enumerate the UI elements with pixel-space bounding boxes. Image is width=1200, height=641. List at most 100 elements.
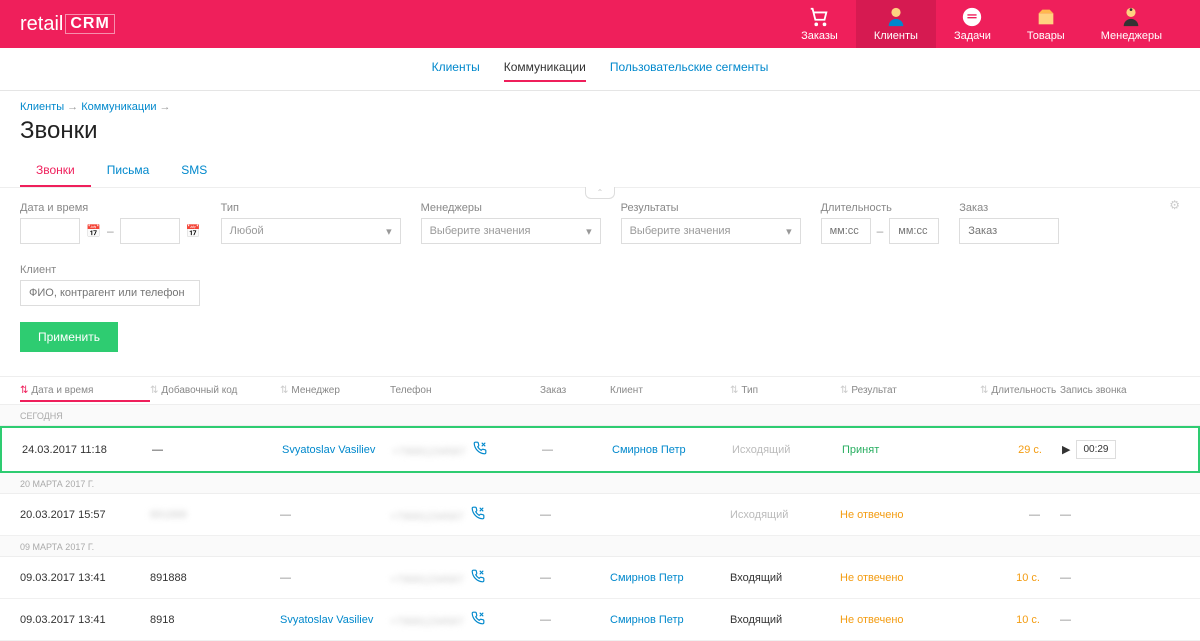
manager-link[interactable]: Svyatoslav Vasiliev	[282, 444, 375, 456]
cell-datetime: 24.03.2017 11:18	[22, 444, 152, 456]
subnav-segments[interactable]: Пользовательские сегменты	[610, 60, 769, 82]
client-link[interactable]: Смирнов Петр	[612, 444, 686, 456]
logo-text: retail	[20, 13, 63, 36]
sort-icon: ⇅	[980, 385, 988, 396]
subnav-communications[interactable]: Коммуникации	[504, 60, 586, 82]
box-icon	[1035, 6, 1057, 28]
calendar-icon[interactable]: 📅	[186, 224, 201, 238]
cell-order: —	[542, 444, 612, 456]
col-duration[interactable]: ⇅Длительность	[980, 385, 1040, 396]
managers-select[interactable]: Выберите значения▾	[421, 218, 601, 244]
results-select[interactable]: Выберите значения▾	[621, 218, 801, 244]
filter-tabs: Звонки Письма SMS ⌃	[0, 155, 1200, 188]
group-header: СЕГОДНЯ	[0, 405, 1200, 426]
cart-icon	[808, 6, 830, 28]
filter-label: Длительность	[821, 202, 940, 214]
nav-products[interactable]: Товары	[1009, 0, 1083, 48]
apply-button[interactable]: Применить	[20, 322, 118, 352]
cell-datetime: 09.03.2017 13:41	[20, 614, 150, 626]
col-label: Запись звонка	[1060, 385, 1127, 396]
manager-link[interactable]: Svyatoslav Vasiliev	[280, 614, 373, 626]
filter-label: Тип	[221, 202, 401, 214]
phone-icon[interactable]	[471, 511, 485, 523]
filter-managers: Менеджеры Выберите значения▾	[421, 202, 601, 244]
sub-nav: Клиенты Коммуникации Пользовательские се…	[0, 48, 1200, 91]
calendar-icon[interactable]: 📅	[86, 224, 101, 238]
calls-table: ⇅Дата и время ⇅Добавочный код ⇅Менеджер …	[0, 376, 1200, 641]
table-row[interactable]: 24.03.2017 11:18—Svyatoslav Vasiliev+799…	[0, 426, 1200, 473]
logo[interactable]: retailCRM	[20, 13, 115, 36]
order-input[interactable]	[959, 218, 1059, 244]
breadcrumb-link[interactable]: Клиенты	[20, 101, 64, 113]
cell-type: Входящий	[730, 572, 840, 584]
nav-tasks[interactable]: Задачи	[936, 0, 1009, 48]
col-client: Клиент	[610, 385, 730, 396]
duration-from-input[interactable]	[821, 218, 871, 244]
col-datetime[interactable]: ⇅Дата и время	[20, 385, 150, 402]
gear-icon[interactable]: ⚙	[1169, 198, 1180, 212]
col-type[interactable]: ⇅Тип	[730, 385, 840, 396]
select-placeholder: Выберите значения	[430, 225, 531, 237]
range-dash: –	[107, 224, 114, 238]
table-row[interactable]: 09.03.2017 13:418918 Svyatoslav Vasiliev +…	[0, 599, 1200, 641]
chevron-down-icon: ▾	[386, 225, 392, 238]
breadcrumb: Клиенты → Коммуникации →	[0, 91, 1200, 117]
date-from-input[interactable]	[20, 218, 80, 244]
cell-order: —	[540, 614, 610, 626]
nav-label: Заказы	[801, 30, 838, 42]
client-link[interactable]: Смирнов Петр	[610, 572, 684, 584]
play-icon[interactable]: ▶	[1062, 443, 1070, 456]
col-recording: Запись звонка	[1040, 385, 1140, 396]
filter-order: Заказ	[959, 202, 1059, 244]
cell-result: Не отвечено	[840, 509, 980, 521]
col-order: Заказ	[540, 385, 610, 396]
nav-clients[interactable]: Клиенты	[856, 0, 936, 48]
cell-datetime: 20.03.2017 15:57	[20, 509, 150, 521]
sort-icon: ⇅	[730, 385, 738, 396]
phone-icon[interactable]	[473, 446, 487, 458]
filter-datetime: Дата и время 📅 – 📅	[20, 202, 201, 244]
cell-code: 8918	[150, 614, 174, 626]
tab-calls[interactable]: Звонки	[20, 155, 91, 187]
table-row[interactable]: 20.03.2017 15:57891888—+79991234567 —Исх…	[0, 494, 1200, 536]
cell-phone: +79991234567	[390, 611, 540, 628]
date-to-input[interactable]	[120, 218, 180, 244]
filter-panel: ⚙ Дата и время 📅 – 📅 Тип Любой▾ Менеджер…	[0, 188, 1200, 316]
cell-type: Исходящий	[732, 444, 842, 456]
cell-order: —	[540, 572, 610, 584]
cell-manager: —	[280, 509, 291, 521]
filter-type: Тип Любой▾	[221, 202, 401, 244]
table-row[interactable]: 09.03.2017 13:41891888—+79991234567 —Сми…	[0, 557, 1200, 599]
cell-result: Принят	[842, 444, 982, 456]
col-code[interactable]: ⇅Добавочный код	[150, 385, 280, 396]
cell-type: Исходящий	[730, 509, 840, 521]
nav-orders[interactable]: Заказы	[783, 0, 856, 48]
nav-managers[interactable]: Менеджеры	[1083, 0, 1180, 48]
nav-label: Товары	[1027, 30, 1065, 42]
phone-icon[interactable]	[471, 574, 485, 586]
breadcrumb-link[interactable]: Коммуникации	[81, 101, 156, 113]
cell-recording: —	[1060, 572, 1071, 584]
col-phone: Телефон	[390, 385, 540, 396]
sort-icon: ⇅	[840, 385, 848, 396]
recording-player[interactable]: ▶00:29	[1062, 440, 1142, 459]
cell-code: 891888	[150, 572, 187, 584]
cell-duration: 10 с.	[1016, 614, 1040, 626]
manager-icon	[1120, 6, 1142, 28]
tab-emails[interactable]: Письма	[91, 155, 166, 187]
phone-icon[interactable]	[471, 616, 485, 628]
col-label: Тип	[741, 385, 758, 396]
cell-duration: 10 с.	[1016, 572, 1040, 584]
filter-results: Результаты Выберите значения▾	[621, 202, 801, 244]
col-result[interactable]: ⇅Результат	[840, 385, 980, 396]
client-input[interactable]	[20, 280, 200, 306]
type-select[interactable]: Любой▾	[221, 218, 401, 244]
range-dash: –	[877, 224, 884, 238]
duration-to-input[interactable]	[889, 218, 939, 244]
filter-label: Клиент	[20, 264, 1180, 276]
subnav-clients[interactable]: Клиенты	[432, 60, 480, 82]
filter-label: Менеджеры	[421, 202, 601, 214]
client-link[interactable]: Смирнов Петр	[610, 614, 684, 626]
col-manager[interactable]: ⇅Менеджер	[280, 385, 390, 396]
tab-sms[interactable]: SMS	[165, 155, 223, 187]
